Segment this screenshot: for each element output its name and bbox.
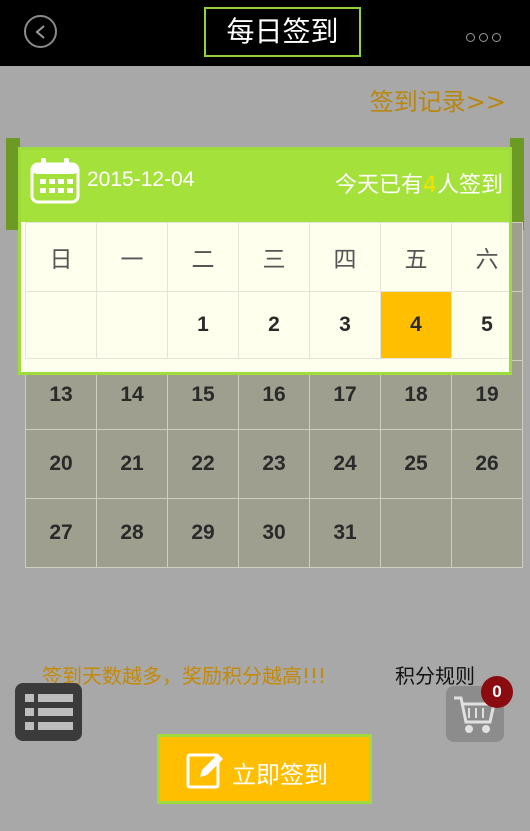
dot-icon: [492, 33, 501, 42]
page-title: 每日签到: [204, 7, 361, 57]
checkin-count-text: 今天已有4人签到: [335, 167, 503, 199]
top-bar: 每日签到: [0, 0, 530, 66]
back-button[interactable]: [24, 15, 57, 48]
dot-icon: [479, 33, 488, 42]
calendar-day: 26: [451, 429, 523, 499]
calendar-day: 29: [167, 498, 239, 568]
points-rules-link[interactable]: 积分规则: [395, 660, 475, 689]
calendar-day-today: 4: [380, 291, 452, 359]
calendar-day: 22: [167, 429, 239, 499]
count-value: 4: [422, 173, 437, 198]
calendar-day: 1: [167, 291, 239, 359]
calendar-day: 2: [238, 291, 310, 359]
calendar-day: [25, 291, 97, 359]
menu-list-button[interactable]: [15, 683, 82, 741]
more-options-button[interactable]: [466, 27, 508, 42]
weekday-label: 六: [451, 222, 509, 292]
calendar-first-week: 日 一 二 三 四 五 六 1 2 3 4 5: [25, 222, 509, 359]
dot-icon: [466, 33, 475, 42]
weekday-label: 五: [380, 222, 452, 292]
reward-hint-text: 签到天数越多，奖励积分越高!!!: [42, 664, 327, 688]
weekday-label: 日: [25, 222, 97, 292]
count-suffix: 人签到: [436, 173, 503, 198]
calendar-day: 25: [380, 429, 452, 499]
cart-count-badge: 0: [481, 676, 513, 708]
calendar-day: 30: [238, 498, 310, 568]
checkin-calendar-card: 2015-12-04 今天已有4人签到 日 一 二 三 四 五 六 1 2 3 …: [18, 147, 512, 375]
weekday-label: 四: [309, 222, 381, 292]
card-shadow-right: [510, 138, 524, 230]
current-date: 2015-12-04: [87, 168, 195, 191]
chevron-left-icon: [35, 25, 45, 39]
calendar-day: 27: [25, 498, 97, 568]
weekday-label: 一: [96, 222, 168, 292]
calendar-day: 24: [309, 429, 381, 499]
count-prefix: 今天已有: [334, 173, 423, 198]
calendar-day: 20: [25, 429, 97, 499]
card-header: 2015-12-04 今天已有4人签到: [21, 150, 509, 222]
calendar-icon: [30, 158, 80, 204]
calendar-day: 28: [96, 498, 168, 568]
checkin-now-button[interactable]: 立即签到: [157, 734, 372, 804]
calendar-day: 5: [451, 291, 509, 359]
list-icon: [25, 694, 73, 730]
calendar-day: [380, 498, 452, 568]
checkin-record-link[interactable]: 签到记录>>: [370, 82, 506, 117]
edit-icon: [186, 753, 223, 789]
calendar-day: 23: [238, 429, 310, 499]
calendar-day: 3: [309, 291, 381, 359]
calendar-day: [451, 498, 523, 568]
calendar-day: 21: [96, 429, 168, 499]
weekday-label: 三: [238, 222, 310, 292]
checkin-button-label: 立即签到: [232, 761, 328, 789]
calendar-day: [96, 291, 168, 359]
calendar-day: 31: [309, 498, 381, 568]
weekday-label: 二: [167, 222, 239, 292]
